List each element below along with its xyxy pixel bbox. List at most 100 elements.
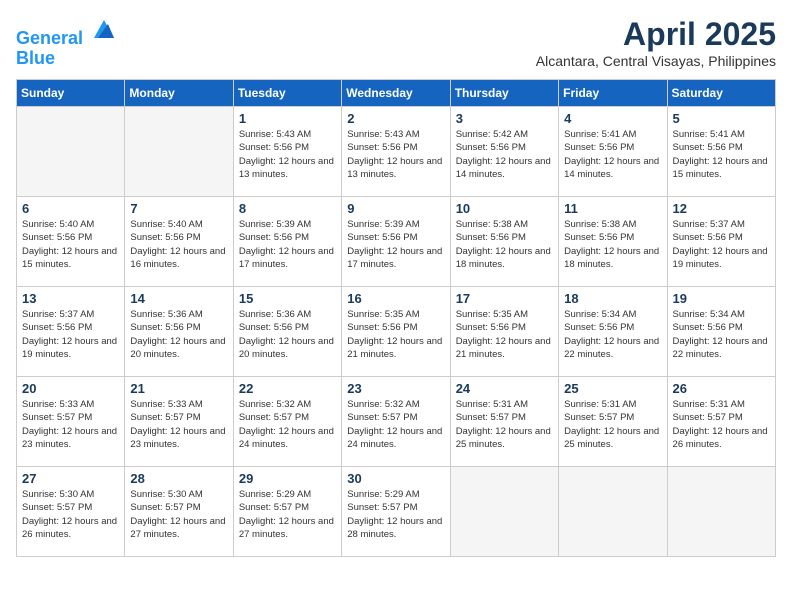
calendar-day-cell <box>559 467 667 557</box>
calendar-week-row: 27 Sunrise: 5:30 AMSunset: 5:57 PMDayligh… <box>17 467 776 557</box>
calendar-day-cell <box>667 467 775 557</box>
day-info: Sunrise: 5:30 AMSunset: 5:57 PMDaylight:… <box>130 488 227 541</box>
calendar-day-cell: 21 Sunrise: 5:33 AMSunset: 5:57 PMDayligh… <box>125 377 233 467</box>
calendar-day-cell: 17Sunrise: 5:35 AMSunset: 5:56 PMDayligh… <box>450 287 558 377</box>
calendar-day-cell: 10 Sunrise: 5:38 AMSunset: 5:56 PMDayligh… <box>450 197 558 287</box>
day-info: Sunrise: 5:37 AMSunset: 5:56 PMDaylight:… <box>673 218 770 271</box>
day-number: 1 <box>239 111 336 126</box>
day-info: Sunrise: 5:32 AMSunset: 5:57 PMDaylight:… <box>347 398 444 451</box>
calendar-day-cell <box>17 107 125 197</box>
calendar-day-cell: 7Sunrise: 5:40 AMSunset: 5:56 PMDaylight… <box>125 197 233 287</box>
calendar-day-cell: 28 Sunrise: 5:30 AMSunset: 5:57 PMDayligh… <box>125 467 233 557</box>
day-info: Sunrise: 5:36 AMSunset: 5:56 PMDaylight:… <box>239 308 336 361</box>
day-number: 17 <box>456 291 553 306</box>
calendar-day-cell: 11 Sunrise: 5:38 AMSunset: 5:56 PMDayligh… <box>559 197 667 287</box>
day-number: 8 <box>239 201 336 216</box>
calendar-day-cell: 27Sunrise: 5:30 AMSunset: 5:57 PMDayligh… <box>17 467 125 557</box>
day-info: Sunrise: 5:41 AMSunset: 5:56 PMDaylight:… <box>564 128 661 181</box>
logo-icon <box>90 16 118 44</box>
calendar-day-cell: 5 Sunrise: 5:41 AMSunset: 5:56 PMDaylight… <box>667 107 775 197</box>
day-number: 27 <box>22 471 119 486</box>
calendar-day-cell: 13Sunrise: 5:37 AMSunset: 5:56 PMDayligh… <box>17 287 125 377</box>
day-number: 30 <box>347 471 444 486</box>
calendar-day-cell: 6 Sunrise: 5:40 AMSunset: 5:56 PMDaylight… <box>17 197 125 287</box>
day-number: 23 <box>347 381 444 396</box>
calendar-day-cell: 8Sunrise: 5:39 AMSunset: 5:56 PMDaylight… <box>233 197 341 287</box>
calendar-day-cell: 15 Sunrise: 5:36 AMSunset: 5:56 PMDayligh… <box>233 287 341 377</box>
weekday-header: Thursday <box>450 80 558 107</box>
day-number: 28 <box>130 471 227 486</box>
calendar-day-cell: 14 Sunrise: 5:36 AMSunset: 5:56 PMDayligh… <box>125 287 233 377</box>
day-info: Sunrise: 5:43 AMSunset: 5:56 PMDaylight:… <box>239 128 336 181</box>
day-number: 6 <box>22 201 119 216</box>
weekday-header-row: SundayMondayTuesdayWednesdayThursdayFrid… <box>17 80 776 107</box>
day-info: Sunrise: 5:39 AMSunset: 5:56 PMDaylight:… <box>347 218 444 271</box>
logo-blue: Blue <box>16 49 118 69</box>
day-number: 24 <box>456 381 553 396</box>
page-header: General Blue April 2025 Alcantara, Centr… <box>16 16 776 69</box>
calendar-week-row: 1 Sunrise: 5:43 AMSunset: 5:56 PMDaylight… <box>17 107 776 197</box>
weekday-header: Monday <box>125 80 233 107</box>
calendar-week-row: 13Sunrise: 5:37 AMSunset: 5:56 PMDayligh… <box>17 287 776 377</box>
day-number: 10 <box>456 201 553 216</box>
day-info: Sunrise: 5:43 AMSunset: 5:56 PMDaylight:… <box>347 128 444 181</box>
day-info: Sunrise: 5:33 AMSunset: 5:57 PMDaylight:… <box>130 398 227 451</box>
calendar-day-cell: 4 Sunrise: 5:41 AMSunset: 5:56 PMDaylight… <box>559 107 667 197</box>
calendar-day-cell: 19 Sunrise: 5:34 AMSunset: 5:56 PMDayligh… <box>667 287 775 377</box>
day-info: Sunrise: 5:29 AMSunset: 5:57 PMDaylight:… <box>347 488 444 541</box>
calendar-week-row: 20 Sunrise: 5:33 AMSunset: 5:57 PMDayligh… <box>17 377 776 467</box>
day-info: Sunrise: 5:41 AMSunset: 5:56 PMDaylight:… <box>673 128 770 181</box>
day-number: 26 <box>673 381 770 396</box>
day-info: Sunrise: 5:31 AMSunset: 5:57 PMDaylight:… <box>456 398 553 451</box>
day-info: Sunrise: 5:38 AMSunset: 5:56 PMDaylight:… <box>564 218 661 271</box>
day-number: 13 <box>22 291 119 306</box>
day-info: Sunrise: 5:31 AMSunset: 5:57 PMDaylight:… <box>673 398 770 451</box>
calendar-day-cell: 16Sunrise: 5:35 AMSunset: 5:56 PMDayligh… <box>342 287 450 377</box>
calendar-day-cell <box>450 467 558 557</box>
day-info: Sunrise: 5:29 AMSunset: 5:57 PMDaylight:… <box>239 488 336 541</box>
weekday-header: Tuesday <box>233 80 341 107</box>
day-number: 18 <box>564 291 661 306</box>
location-subtitle: Alcantara, Central Visayas, Philippines <box>536 53 776 69</box>
calendar-day-cell: 9Sunrise: 5:39 AMSunset: 5:56 PMDaylight… <box>342 197 450 287</box>
day-info: Sunrise: 5:38 AMSunset: 5:56 PMDaylight:… <box>456 218 553 271</box>
calendar-day-cell: 12 Sunrise: 5:37 AMSunset: 5:56 PMDayligh… <box>667 197 775 287</box>
day-number: 15 <box>239 291 336 306</box>
calendar-day-cell: 22Sunrise: 5:32 AMSunset: 5:57 PMDayligh… <box>233 377 341 467</box>
calendar-day-cell <box>125 107 233 197</box>
day-number: 21 <box>130 381 227 396</box>
weekday-header: Wednesday <box>342 80 450 107</box>
calendar-day-cell: 18Sunrise: 5:34 AMSunset: 5:56 PMDayligh… <box>559 287 667 377</box>
calendar-week-row: 6 Sunrise: 5:40 AMSunset: 5:56 PMDaylight… <box>17 197 776 287</box>
calendar-day-cell: 29Sunrise: 5:29 AMSunset: 5:57 PMDayligh… <box>233 467 341 557</box>
day-number: 12 <box>673 201 770 216</box>
calendar-day-cell: 30 Sunrise: 5:29 AMSunset: 5:57 PMDayligh… <box>342 467 450 557</box>
day-info: Sunrise: 5:42 AMSunset: 5:56 PMDaylight:… <box>456 128 553 181</box>
day-number: 14 <box>130 291 227 306</box>
day-number: 20 <box>22 381 119 396</box>
calendar-day-cell: 23 Sunrise: 5:32 AMSunset: 5:57 PMDayligh… <box>342 377 450 467</box>
calendar-day-cell: 26 Sunrise: 5:31 AMSunset: 5:57 PMDayligh… <box>667 377 775 467</box>
calendar-day-cell: 1 Sunrise: 5:43 AMSunset: 5:56 PMDaylight… <box>233 107 341 197</box>
logo-general: General <box>16 28 83 48</box>
day-number: 19 <box>673 291 770 306</box>
day-number: 11 <box>564 201 661 216</box>
day-number: 3 <box>456 111 553 126</box>
day-info: Sunrise: 5:32 AMSunset: 5:57 PMDaylight:… <box>239 398 336 451</box>
weekday-header: Friday <box>559 80 667 107</box>
day-number: 16 <box>347 291 444 306</box>
calendar-day-cell: 25Sunrise: 5:31 AMSunset: 5:57 PMDayligh… <box>559 377 667 467</box>
day-info: Sunrise: 5:36 AMSunset: 5:56 PMDaylight:… <box>130 308 227 361</box>
day-info: Sunrise: 5:34 AMSunset: 5:56 PMDaylight:… <box>673 308 770 361</box>
day-number: 5 <box>673 111 770 126</box>
calendar-table: SundayMondayTuesdayWednesdayThursdayFrid… <box>16 79 776 557</box>
logo: General Blue <box>16 16 118 69</box>
calendar-day-cell: 2Sunrise: 5:43 AMSunset: 5:56 PMDaylight… <box>342 107 450 197</box>
logo-text: General <box>16 16 118 49</box>
day-info: Sunrise: 5:31 AMSunset: 5:57 PMDaylight:… <box>564 398 661 451</box>
day-info: Sunrise: 5:40 AMSunset: 5:56 PMDaylight:… <box>22 218 119 271</box>
calendar-day-cell: 3 Sunrise: 5:42 AMSunset: 5:56 PMDaylight… <box>450 107 558 197</box>
weekday-header: Saturday <box>667 80 775 107</box>
weekday-header: Sunday <box>17 80 125 107</box>
day-number: 4 <box>564 111 661 126</box>
